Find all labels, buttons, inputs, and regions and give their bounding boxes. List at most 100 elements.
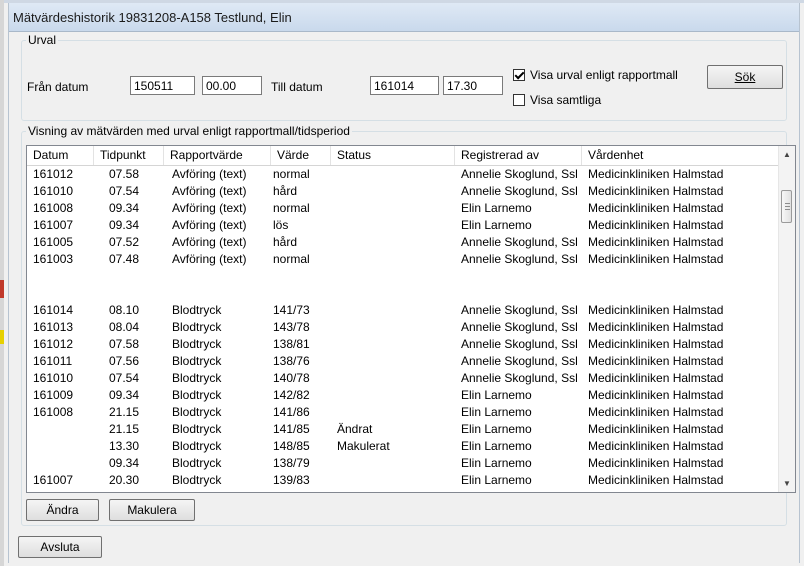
column-header-datum[interactable]: Datum <box>27 146 94 165</box>
cell-datum: 161007 <box>33 473 74 487</box>
cell-tidpunkt: 07.54 <box>109 371 140 385</box>
cell-datum <box>33 268 93 285</box>
cell-datum: 161009 <box>33 388 74 402</box>
cell-rapportvarde: Avföring (text) <box>172 218 247 232</box>
cell-vardenhet: Medicinkliniken Halmstad <box>588 184 724 198</box>
table-row[interactable] <box>27 268 779 285</box>
background-window-marker-red <box>0 280 4 298</box>
table-row[interactable]: 161013 08.04 Blodtryck 143/78 Annelie Skoglu… <box>27 319 779 336</box>
cell-rapportvarde: Blodtryck <box>172 303 222 317</box>
table-row[interactable]: 21.15 Blodtryck 141/85 Ändrat Elin Larnemo Me… <box>27 421 779 438</box>
cell-varde: 140/78 <box>273 371 310 385</box>
table-row[interactable]: 161009 09.34 Blodtryck 142/82 Elin Larnemo Me… <box>27 387 779 404</box>
from-date-input[interactable] <box>130 76 195 95</box>
table-row[interactable]: 161014 08.10 Blodtryck 141/73 Annelie Skoglu… <box>27 302 779 319</box>
column-header-vardenhet[interactable]: Vårdenhet <box>582 146 779 165</box>
table-row[interactable]: 161010 07.54 Blodtryck 140/78 Annelie Skoglu… <box>27 370 779 387</box>
cell-varde: hård <box>273 235 298 249</box>
cell-rapportvarde: Avföring (text) <box>172 252 247 266</box>
cell-rapportvarde: Blodtryck <box>172 388 222 402</box>
table-row[interactable]: 161007 09.34 Avföring (text) lös Elin Larnem… <box>27 217 779 234</box>
background-window-marker-yellow <box>0 330 4 344</box>
table-row[interactable]: 13.30 Blodtryck 148/85 Makulerat Elin Larnem… <box>27 438 779 455</box>
from-time-input[interactable] <box>202 76 262 95</box>
cell-tidpunkt: 07.58 <box>109 167 140 181</box>
cell-datum <box>33 421 93 438</box>
cell-vardenhet: Medicinkliniken Halmstad <box>588 320 724 334</box>
cell-tidpunkt: 07.56 <box>109 354 140 368</box>
cell-datum: 161012 <box>33 337 74 351</box>
cell-datum: 161011 <box>33 354 73 368</box>
table-row[interactable]: 161011 07.56 Blodtryck 138/76 Annelie Skoglu… <box>27 353 779 370</box>
cell-tidpunkt: 09.34 <box>109 218 140 232</box>
cell-datum: 161014 <box>33 303 74 317</box>
cell-tidpunkt <box>109 285 159 302</box>
cell-datum: 161013 <box>33 320 74 334</box>
search-button-label: Sök <box>734 70 756 84</box>
column-header-registrerad-av[interactable]: Registrerad av <box>455 146 582 165</box>
column-header-varde[interactable]: Värde <box>271 146 331 165</box>
from-date-label: Från datum <box>27 80 89 94</box>
arrow-up-icon[interactable]: ▲ <box>779 146 795 163</box>
scroll-thumb[interactable] <box>781 190 792 223</box>
cell-rapportvarde: Blodtryck <box>172 473 222 487</box>
table-row[interactable]: 161007 20.30 Blodtryck 139/83 Elin Larnemo Me… <box>27 472 779 489</box>
report-template-checkbox[interactable] <box>513 69 525 81</box>
cell-datum: 161012 <box>33 167 74 181</box>
cell-status <box>337 336 447 353</box>
arrow-down-icon[interactable]: ▼ <box>779 475 795 492</box>
cell-registrerad-av: Annelie Skoglund, Ssl <box>461 235 578 249</box>
show-all-checkbox[interactable] <box>513 94 525 106</box>
table-row[interactable] <box>27 285 779 302</box>
column-header-tidpunkt[interactable]: Tidpunkt <box>94 146 164 165</box>
cell-vardenhet: Medicinkliniken Halmstad <box>588 303 724 317</box>
cell-registrerad-av: Annelie Skoglund, Ssl <box>461 371 578 385</box>
cell-varde: 141/73 <box>273 303 310 317</box>
table-row[interactable]: 161005 07.52 Avföring (text) hård Annelie Sk… <box>27 234 779 251</box>
cell-datum: 161010 <box>33 184 74 198</box>
listing-group-legend: Visning av mätvärden med urval enligt ra… <box>28 124 350 138</box>
cell-vardenhet: Medicinkliniken Halmstad <box>588 422 724 436</box>
edit-button[interactable]: Ändra <box>26 499 99 521</box>
table-row[interactable]: 161012 07.58 Blodtryck 138/81 Annelie Skoglu… <box>27 336 779 353</box>
cell-status <box>337 251 447 268</box>
table-scrollbar[interactable]: ▲ ▼ <box>778 146 795 492</box>
exit-button[interactable]: Avsluta <box>18 536 102 558</box>
cell-tidpunkt: 08.04 <box>109 320 140 334</box>
column-header-rapportvarde[interactable]: Rapportvärde <box>164 146 271 165</box>
void-button[interactable]: Makulera <box>109 499 195 521</box>
cell-status <box>337 370 447 387</box>
table-row[interactable]: 161008 09.34 Avföring (text) normal Elin Lar… <box>27 200 779 217</box>
cell-registrerad-av: Elin Larnemo <box>461 439 532 453</box>
column-header-status[interactable]: Status <box>331 146 455 165</box>
table-row[interactable]: 161012 07.58 Avföring (text) normal Annelie … <box>27 166 779 183</box>
report-template-checkbox-label: Visa urval enligt rapportmall <box>530 68 678 82</box>
cell-vardenhet: Medicinkliniken Halmstad <box>588 388 724 402</box>
table-row[interactable]: 09.34 Blodtryck 138/79 Elin Larnemo Medicink… <box>27 455 779 472</box>
cell-status <box>337 387 447 404</box>
cell-status: Makulerat <box>337 439 390 453</box>
cell-vardenhet: Medicinkliniken Halmstad <box>588 235 724 249</box>
title-bar[interactable]: Mätvärdeshistorik 19831208-A158 Testlund… <box>9 3 799 32</box>
cell-rapportvarde: Blodtryck <box>172 422 222 436</box>
cell-tidpunkt: 09.34 <box>109 388 140 402</box>
to-time-input[interactable] <box>443 76 503 95</box>
cell-rapportvarde <box>172 285 270 302</box>
cell-tidpunkt: 13.30 <box>109 439 140 453</box>
cell-registrerad-av: Annelie Skoglund, Ssl <box>461 303 578 317</box>
cell-vardenhet: Medicinkliniken Halmstad <box>588 167 724 181</box>
cell-datum <box>33 285 93 302</box>
table-row[interactable]: 161003 07.48 Avföring (text) normal Annelie … <box>27 251 779 268</box>
to-date-input[interactable] <box>370 76 439 95</box>
cell-rapportvarde: Blodtryck <box>172 371 222 385</box>
table-row[interactable]: 161008 21.15 Blodtryck 141/86 Elin Larnemo Me… <box>27 404 779 421</box>
table-row[interactable]: 161010 07.54 Avföring (text) hård Annelie Sk… <box>27 183 779 200</box>
search-button[interactable]: Sök <box>707 65 783 89</box>
cell-varde <box>273 285 329 302</box>
cell-vardenhet: Medicinkliniken Halmstad <box>588 201 724 215</box>
cell-rapportvarde: Avföring (text) <box>172 184 247 198</box>
measurements-table[interactable]: Datum Tidpunkt Rapportvärde Värde Status… <box>26 145 796 493</box>
cell-rapportvarde: Avföring (text) <box>172 201 247 215</box>
cell-varde: 141/85 <box>273 422 310 436</box>
cell-status <box>337 404 447 421</box>
